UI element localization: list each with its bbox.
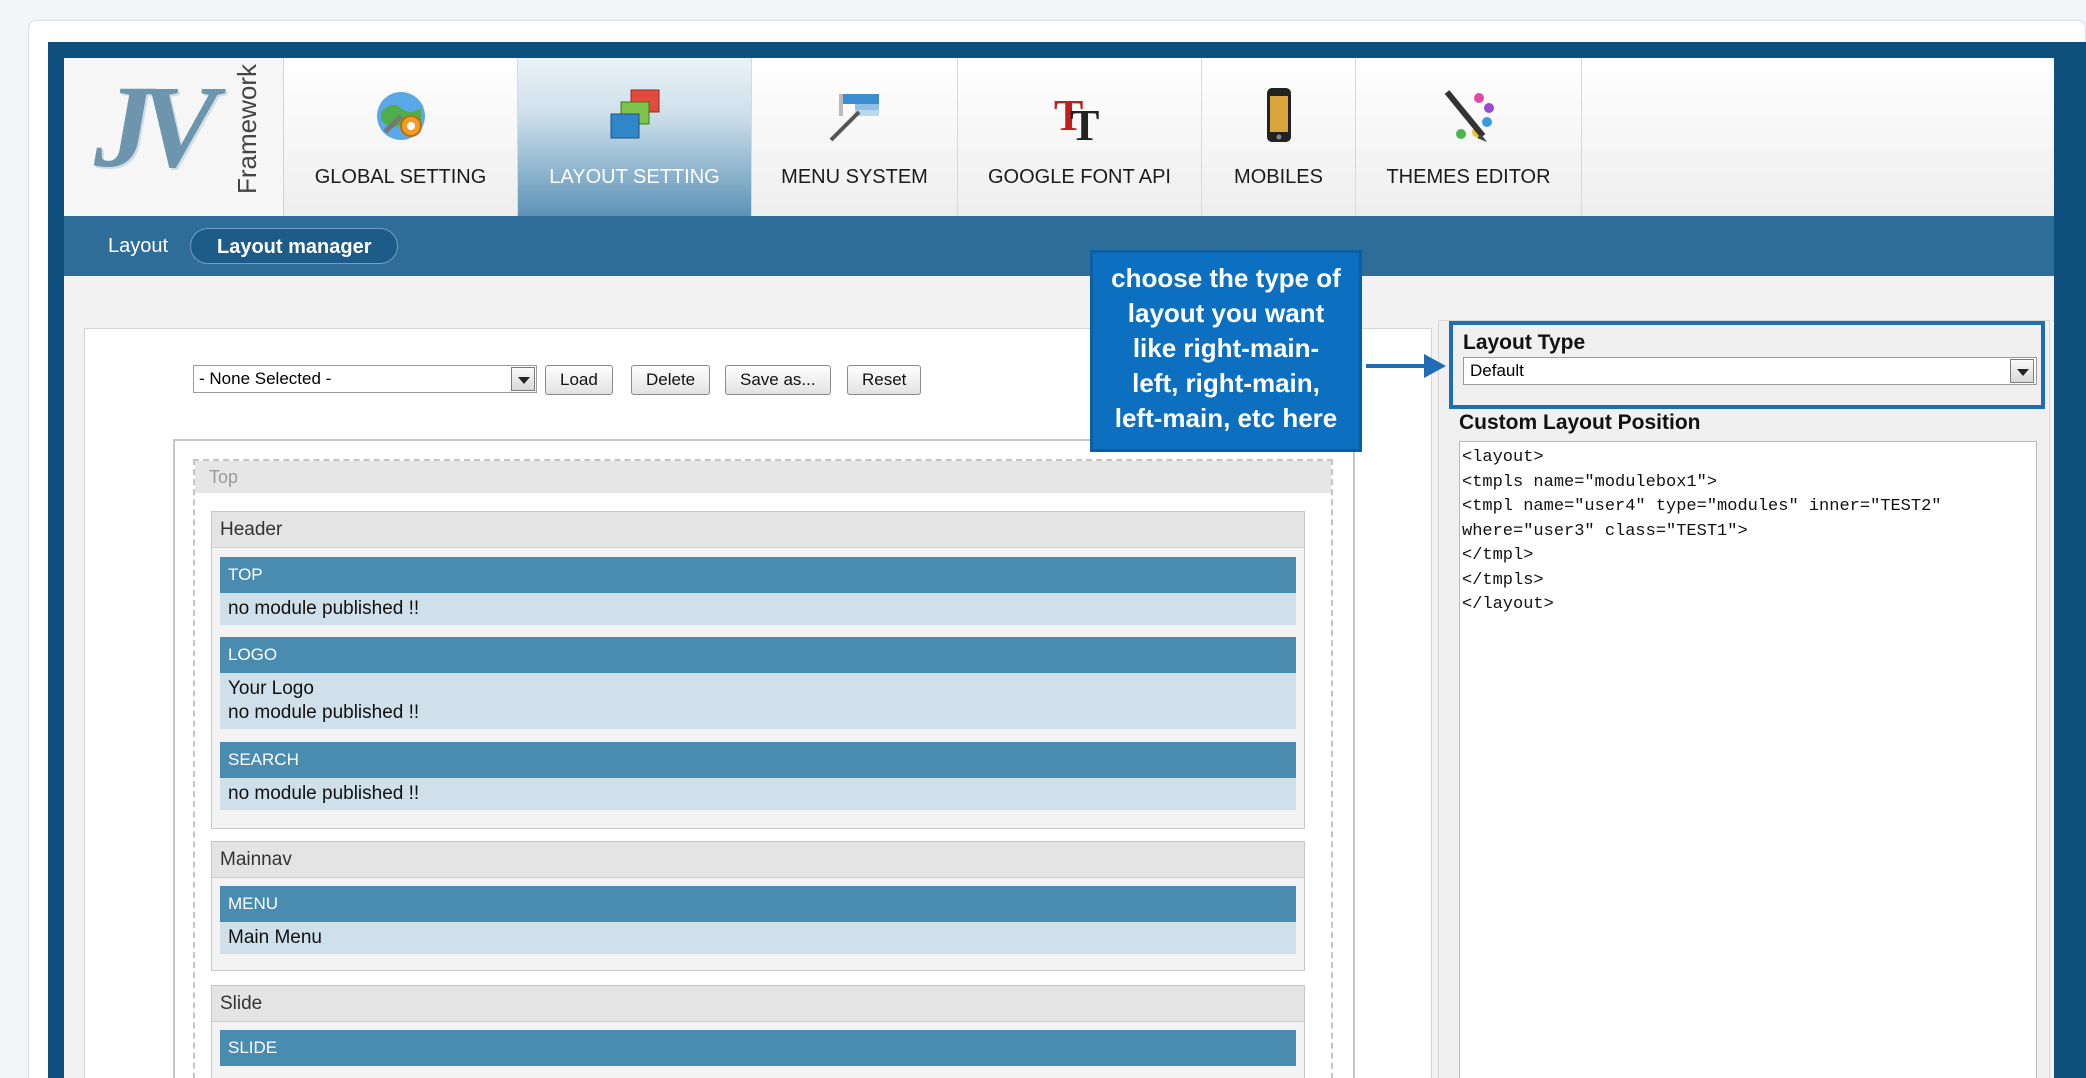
- callout-annotation: choose the type of layout you want like …: [1090, 250, 1362, 452]
- sub-navigation: Layout Layout manager: [64, 216, 2054, 276]
- module-name: MENU: [220, 886, 1296, 922]
- layout-type-value: Default: [1470, 361, 1524, 380]
- group-slide: Slide SLIDE: [211, 985, 1305, 1078]
- font-tt-icon: T T: [1054, 91, 1099, 146]
- custom-layout-label: Custom Layout Position: [1459, 411, 1701, 434]
- top-position-title: Top: [195, 461, 1331, 493]
- logo-word: Framework: [232, 63, 262, 194]
- module-body-line: Your Logo: [228, 678, 314, 699]
- module-body: Your Logo no module published !!: [220, 673, 1296, 729]
- module-name: SEARCH: [220, 742, 1296, 778]
- tab-menu-system[interactable]: MENU SYSTEM: [752, 58, 958, 216]
- chevron-down-icon[interactable]: [511, 367, 535, 391]
- top-tab-bar: JV Framework GLOBAL SETTING LAYOUT SETTI…: [64, 58, 2054, 216]
- save-as-button[interactable]: Save as...: [725, 365, 831, 395]
- tab-label: LAYOUT SETTING: [549, 166, 720, 188]
- tab-label: MOBILES: [1234, 166, 1323, 188]
- layout-preview: Top Header TOP no module published !! LO…: [173, 439, 1355, 1078]
- mobile-phone-icon: [1266, 88, 1291, 142]
- layout-select-value: - None Selected -: [199, 369, 332, 388]
- layout-type-panel: Layout Type Default Custom Layout Positi…: [1438, 320, 2050, 1078]
- content-area: - None Selected - Load Delete Save as...…: [64, 276, 2054, 1078]
- layout-select[interactable]: - None Selected -: [193, 365, 537, 393]
- module-body: no module published !!: [220, 593, 1296, 625]
- module-top[interactable]: TOP no module published !!: [220, 557, 1296, 625]
- chevron-down-icon[interactable]: [2010, 359, 2034, 383]
- delete-button[interactable]: Delete: [631, 365, 711, 395]
- module-slide[interactable]: SLIDE: [220, 1030, 1296, 1066]
- group-title: Header: [212, 512, 1304, 548]
- module-logo[interactable]: LOGO Your Logo no module published !!: [220, 637, 1296, 729]
- module-search[interactable]: SEARCH no module published !!: [220, 742, 1296, 810]
- tab-global-setting[interactable]: GLOBAL SETTING: [284, 58, 518, 216]
- load-button[interactable]: Load: [545, 365, 613, 395]
- tab-google-font-api[interactable]: T T GOOGLE FONT API: [958, 58, 1202, 216]
- svg-text:T: T: [1070, 101, 1099, 146]
- module-body: Main Menu: [220, 922, 1296, 954]
- layout-type-label: Layout Type: [1463, 331, 1586, 354]
- custom-layout-textarea[interactable]: <layout> <tmpls name="modulebox1"> <tmpl…: [1459, 441, 2037, 1078]
- subnav-layout-manager[interactable]: Layout manager: [190, 228, 399, 264]
- top-position-box: Top Header TOP no module published !! LO…: [193, 459, 1333, 1078]
- tab-mobiles[interactable]: MOBILES: [1202, 58, 1356, 216]
- arrow-right-icon: [1424, 354, 1446, 378]
- group-header: Header TOP no module published !! LOGO Y…: [211, 511, 1305, 829]
- group-title: Mainnav: [212, 842, 1304, 878]
- layered-windows-icon: [610, 89, 659, 139]
- layout-type-select[interactable]: Default: [1463, 357, 2037, 385]
- jv-framework-logo: JV Framework: [64, 58, 284, 216]
- group-title: Slide: [212, 986, 1304, 1022]
- module-name: LOGO: [220, 637, 1296, 673]
- callout-line: choose the type of: [1111, 263, 1341, 293]
- tab-layout-setting[interactable]: LAYOUT SETTING: [518, 58, 752, 216]
- module-name: TOP: [220, 557, 1296, 593]
- module-name: SLIDE: [220, 1030, 1296, 1066]
- tab-label: THEMES EDITOR: [1386, 166, 1551, 188]
- callout-line: left, right-main,: [1132, 368, 1320, 398]
- callout-line: left-main, etc here: [1114, 403, 1338, 433]
- callout-arrow-line: [1366, 364, 1430, 368]
- module-body-line: no module published !!: [228, 702, 420, 723]
- callout-line: like right-main-: [1132, 333, 1320, 363]
- menu-wand-icon: [829, 94, 879, 142]
- callout-line: layout you want: [1127, 298, 1325, 328]
- tab-label: MENU SYSTEM: [781, 166, 928, 188]
- subnav-layout[interactable]: Layout: [108, 228, 168, 264]
- tab-themes-editor[interactable]: THEMES EDITOR: [1356, 58, 1582, 216]
- layout-type-box: Layout Type Default: [1449, 321, 2045, 409]
- module-body: no module published !!: [220, 778, 1296, 810]
- tab-label: GOOGLE FONT API: [987, 166, 1171, 188]
- group-mainnav: Mainnav MENU Main Menu: [211, 841, 1305, 971]
- pencil-palette-icon: [1444, 90, 1494, 142]
- logo-letters: JV: [94, 61, 218, 192]
- module-menu[interactable]: MENU Main Menu: [220, 886, 1296, 954]
- reset-button[interactable]: Reset: [847, 365, 922, 395]
- globe-gear-icon: [376, 92, 425, 140]
- tab-label: GLOBAL SETTING: [314, 166, 487, 188]
